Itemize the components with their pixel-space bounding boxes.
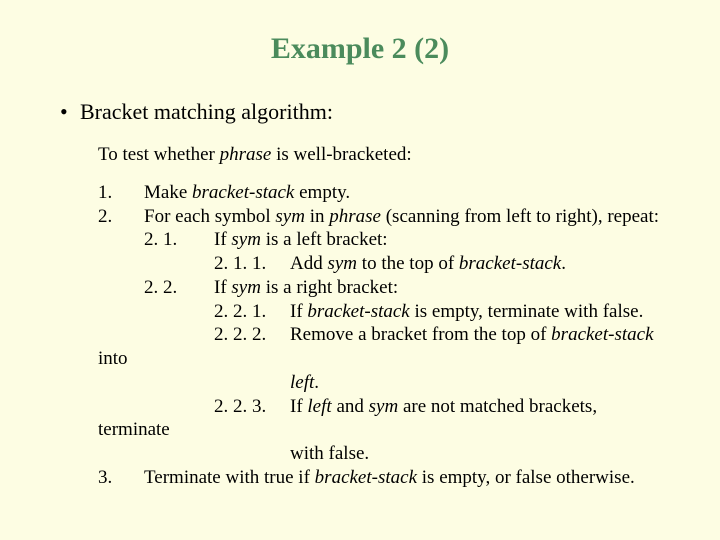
step-num: 2. 2. — [144, 276, 214, 347]
left-line: left. 2. 2. 3. If left and sym are not m… — [98, 371, 597, 419]
step-body: Remove a bracket from the top of bracket… — [290, 323, 654, 347]
left-body: left. — [290, 371, 319, 395]
bullet-icon: • — [60, 98, 80, 126]
step-num: 2. 2. 3. — [214, 395, 290, 419]
step-body: For each symbol sym in phrase (scanning … — [144, 205, 659, 348]
step-2-2-3: 2. 2. 3. If left and sym are not matched… — [214, 395, 597, 419]
step-body: Add sym to the top of bracket-stack. — [290, 252, 566, 276]
step-body: If sym is a right bracket: 2. 2. 1. If b… — [214, 276, 654, 347]
step-2-1-1: 2. 1. 1. Add sym to the top of bracket-s… — [214, 252, 566, 276]
slide: Example 2 (2) • Bracket matching algorit… — [0, 0, 720, 510]
bullet-item: • Bracket matching algorithm: — [60, 98, 680, 126]
step-2-2-2: 2. 2. 2. Remove a bracket from the top o… — [214, 323, 654, 347]
step-num: 2. — [98, 205, 144, 348]
steps: 1. Make bracket-stack empty. 2. For each… — [98, 181, 680, 347]
step-body: If sym is a left bracket: 2. 1. 1. Add s… — [214, 228, 566, 276]
step-num: 2. 2. 2. — [214, 323, 290, 347]
slide-title: Example 2 (2) — [40, 30, 680, 68]
step-num: 2. 1. 1. — [214, 252, 290, 276]
step-num: 1. — [98, 181, 144, 205]
withfalse-body: with false. — [290, 442, 369, 466]
bullet-text: Bracket matching algorithm: — [80, 98, 333, 126]
step-1: 1. Make bracket-stack empty. — [98, 181, 350, 205]
step-2-1: 2. 1. If sym is a left bracket: 2. 1. 1.… — [144, 228, 566, 276]
step-body: If left and sym are not matched brackets… — [290, 395, 597, 419]
withfalse-line: with false. — [98, 442, 369, 466]
intro-line: To test whether phrase is well-bracketed… — [98, 143, 680, 167]
step-body: If bracket-stack is empty, terminate wit… — [290, 300, 643, 324]
step-2-2: 2. 2. If sym is a right bracket: 2. 2. 1… — [144, 276, 654, 347]
steps-cont: left. 2. 2. 3. If left and sym are not m… — [98, 371, 680, 419]
step-body: Make bracket-stack empty. — [144, 181, 350, 205]
step-num: 3. — [98, 466, 144, 490]
step-2: 2. For each symbol sym in phrase (scanni… — [98, 205, 659, 348]
step-2-2-1: 2. 2. 1. If bracket-stack is empty, term… — [214, 300, 643, 324]
steps-end: with false. 3. Terminate with true if br… — [98, 442, 680, 490]
step-num: 2. 1. — [144, 228, 214, 276]
step-3: 3. Terminate with true if bracket-stack … — [98, 466, 635, 490]
into-line: into — [98, 347, 680, 371]
step-body: Terminate with true if bracket-stack is … — [144, 466, 635, 490]
terminate-line: terminate — [98, 418, 680, 442]
step-num: 2. 2. 1. — [214, 300, 290, 324]
